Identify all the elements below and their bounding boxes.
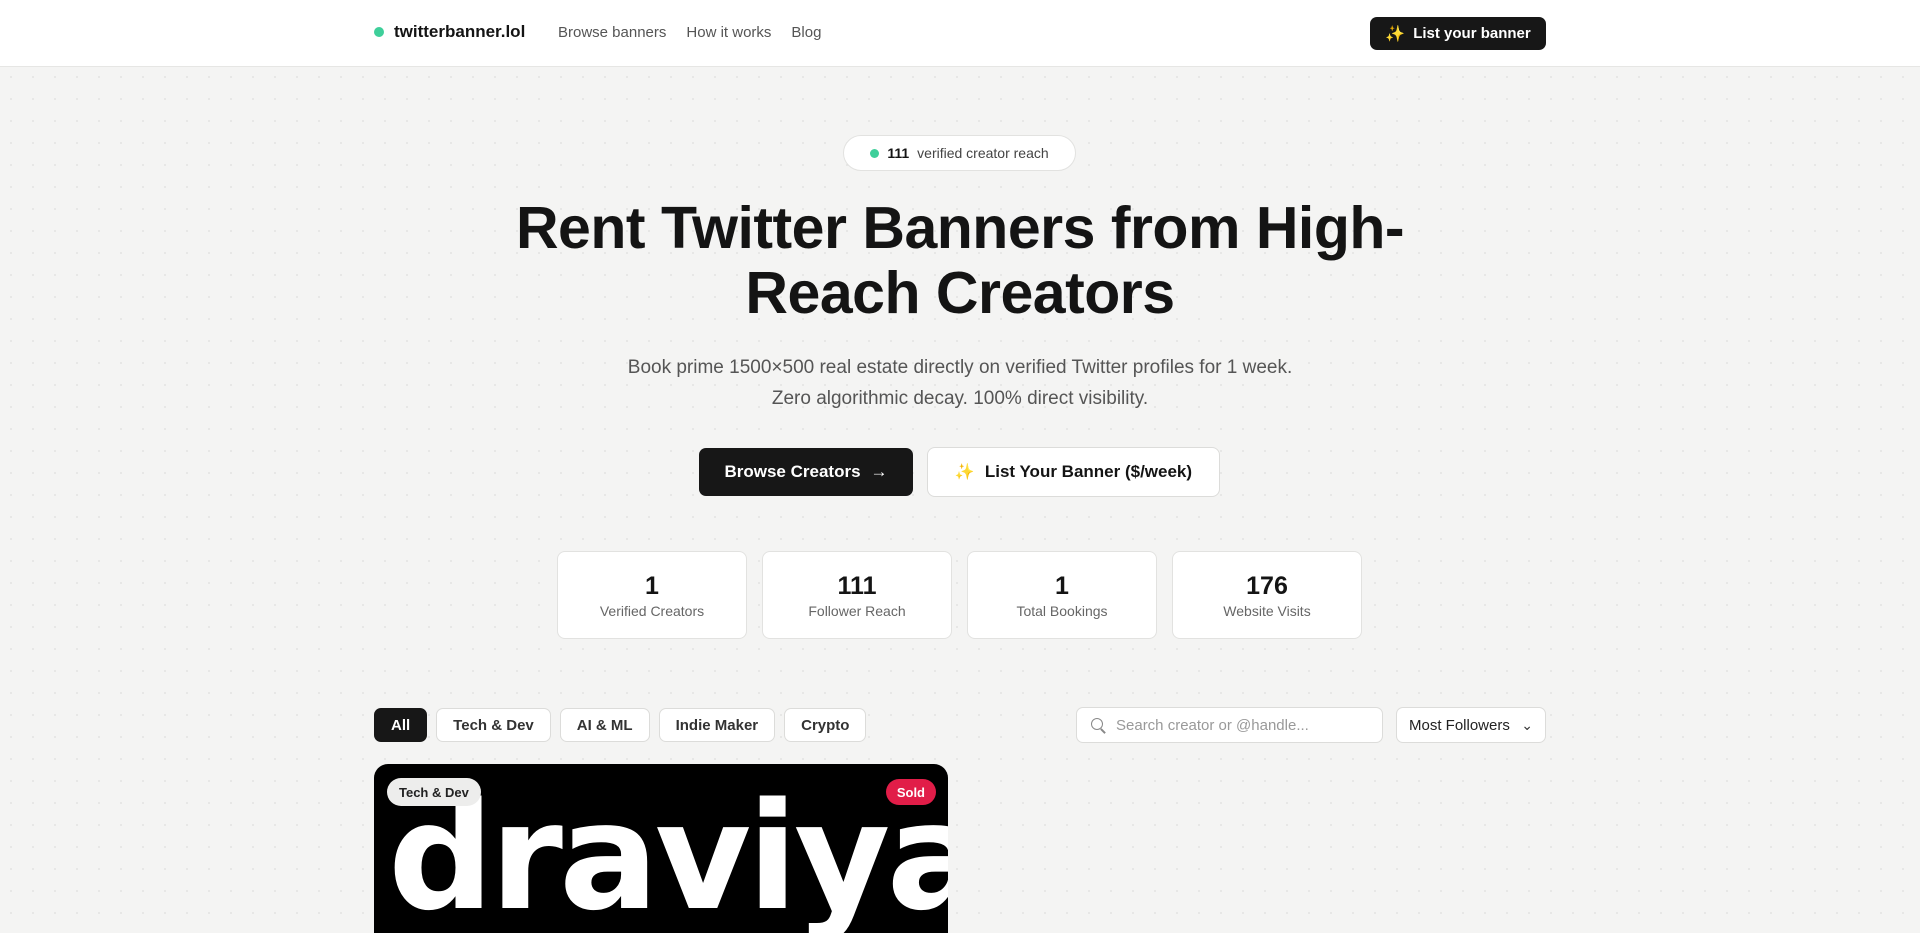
creator-card[interactable]: Tech & Dev Sold draviya. [374, 764, 948, 933]
browse-creators-label: Browse Creators [724, 462, 861, 481]
list-banner-week-label: List Your Banner ($/week) [984, 462, 1193, 481]
filter-tech-dev[interactable]: Tech & Dev [436, 708, 551, 742]
stat-card: 1 Verified Creators [557, 551, 747, 639]
filter-indie-maker[interactable]: Indie Maker [658, 708, 776, 742]
nav-how-it-works[interactable]: How it works [686, 24, 771, 41]
brand-dot-icon [374, 27, 384, 37]
stat-value: 111 [837, 572, 877, 600]
list-banner-week-button[interactable]: ✨ List Your Banner ($/week) [927, 447, 1220, 497]
reach-label: verified creator reach [917, 145, 1049, 161]
brand-name: twitterbanner.lol [394, 22, 526, 41]
reach-badge: 111 verified creator reach [843, 135, 1076, 171]
stat-card: 1 Total Bookings [967, 551, 1157, 639]
top-navbar: twitterbanner.lol Browse banners How it … [0, 0, 1920, 67]
nav-browse-banners[interactable]: Browse banners [558, 24, 666, 41]
search-box [1076, 707, 1383, 743]
main-nav: Browse banners How it works Blog [558, 24, 821, 41]
brand-logo[interactable]: twitterbanner.lol [374, 22, 525, 42]
browse-creators-button[interactable]: Browse Creators → [699, 448, 913, 496]
category-tag: Tech & Dev [387, 778, 481, 806]
stat-value: 1 [1055, 572, 1069, 600]
category-filters: All Tech & Dev AI & ML Indie Maker Crypt… [374, 708, 867, 742]
stat-label: Total Bookings [1016, 603, 1108, 619]
stat-value: 1 [645, 572, 659, 600]
filter-all[interactable]: All [374, 708, 428, 742]
nav-blog[interactable]: Blog [791, 24, 821, 41]
filter-ai-ml[interactable]: AI & ML [559, 708, 650, 742]
sort-selected-value: Most Followers [1409, 716, 1510, 734]
stat-value: 176 [1246, 572, 1288, 600]
stat-card: 176 Website Visits [1172, 551, 1362, 639]
sort-select[interactable]: Most Followers ⌄ [1396, 707, 1546, 743]
hero-title: Rent Twitter Banners from High-Reach Cre… [515, 195, 1405, 326]
search-input[interactable] [1116, 716, 1366, 734]
sparkles-icon: ✨ [954, 464, 975, 481]
sparkles-icon: ✨ [1385, 25, 1406, 43]
search-icon [1091, 717, 1106, 733]
list-your-banner-button[interactable]: ✨ List your banner [1370, 17, 1546, 50]
stat-label: Website Visits [1223, 603, 1311, 619]
reach-count: 111 [887, 145, 910, 161]
stat-label: Verified Creators [599, 603, 705, 619]
filter-crypto[interactable]: Crypto [784, 708, 867, 742]
stat-label: Follower Reach [808, 603, 906, 619]
sold-badge: Sold [885, 779, 936, 805]
hero-subtitle: Book prime 1500×500 real estate directly… [627, 357, 1293, 409]
status-dot-icon [870, 148, 880, 158]
list-your-banner-label: List your banner [1413, 25, 1531, 42]
stat-card: 111 Follower Reach [762, 551, 952, 639]
stats-row: 1 Verified Creators 111 Follower Reach 1… [557, 551, 1362, 639]
arrow-right-icon: → [870, 462, 888, 481]
chevron-down-icon: ⌄ [1521, 716, 1533, 733]
